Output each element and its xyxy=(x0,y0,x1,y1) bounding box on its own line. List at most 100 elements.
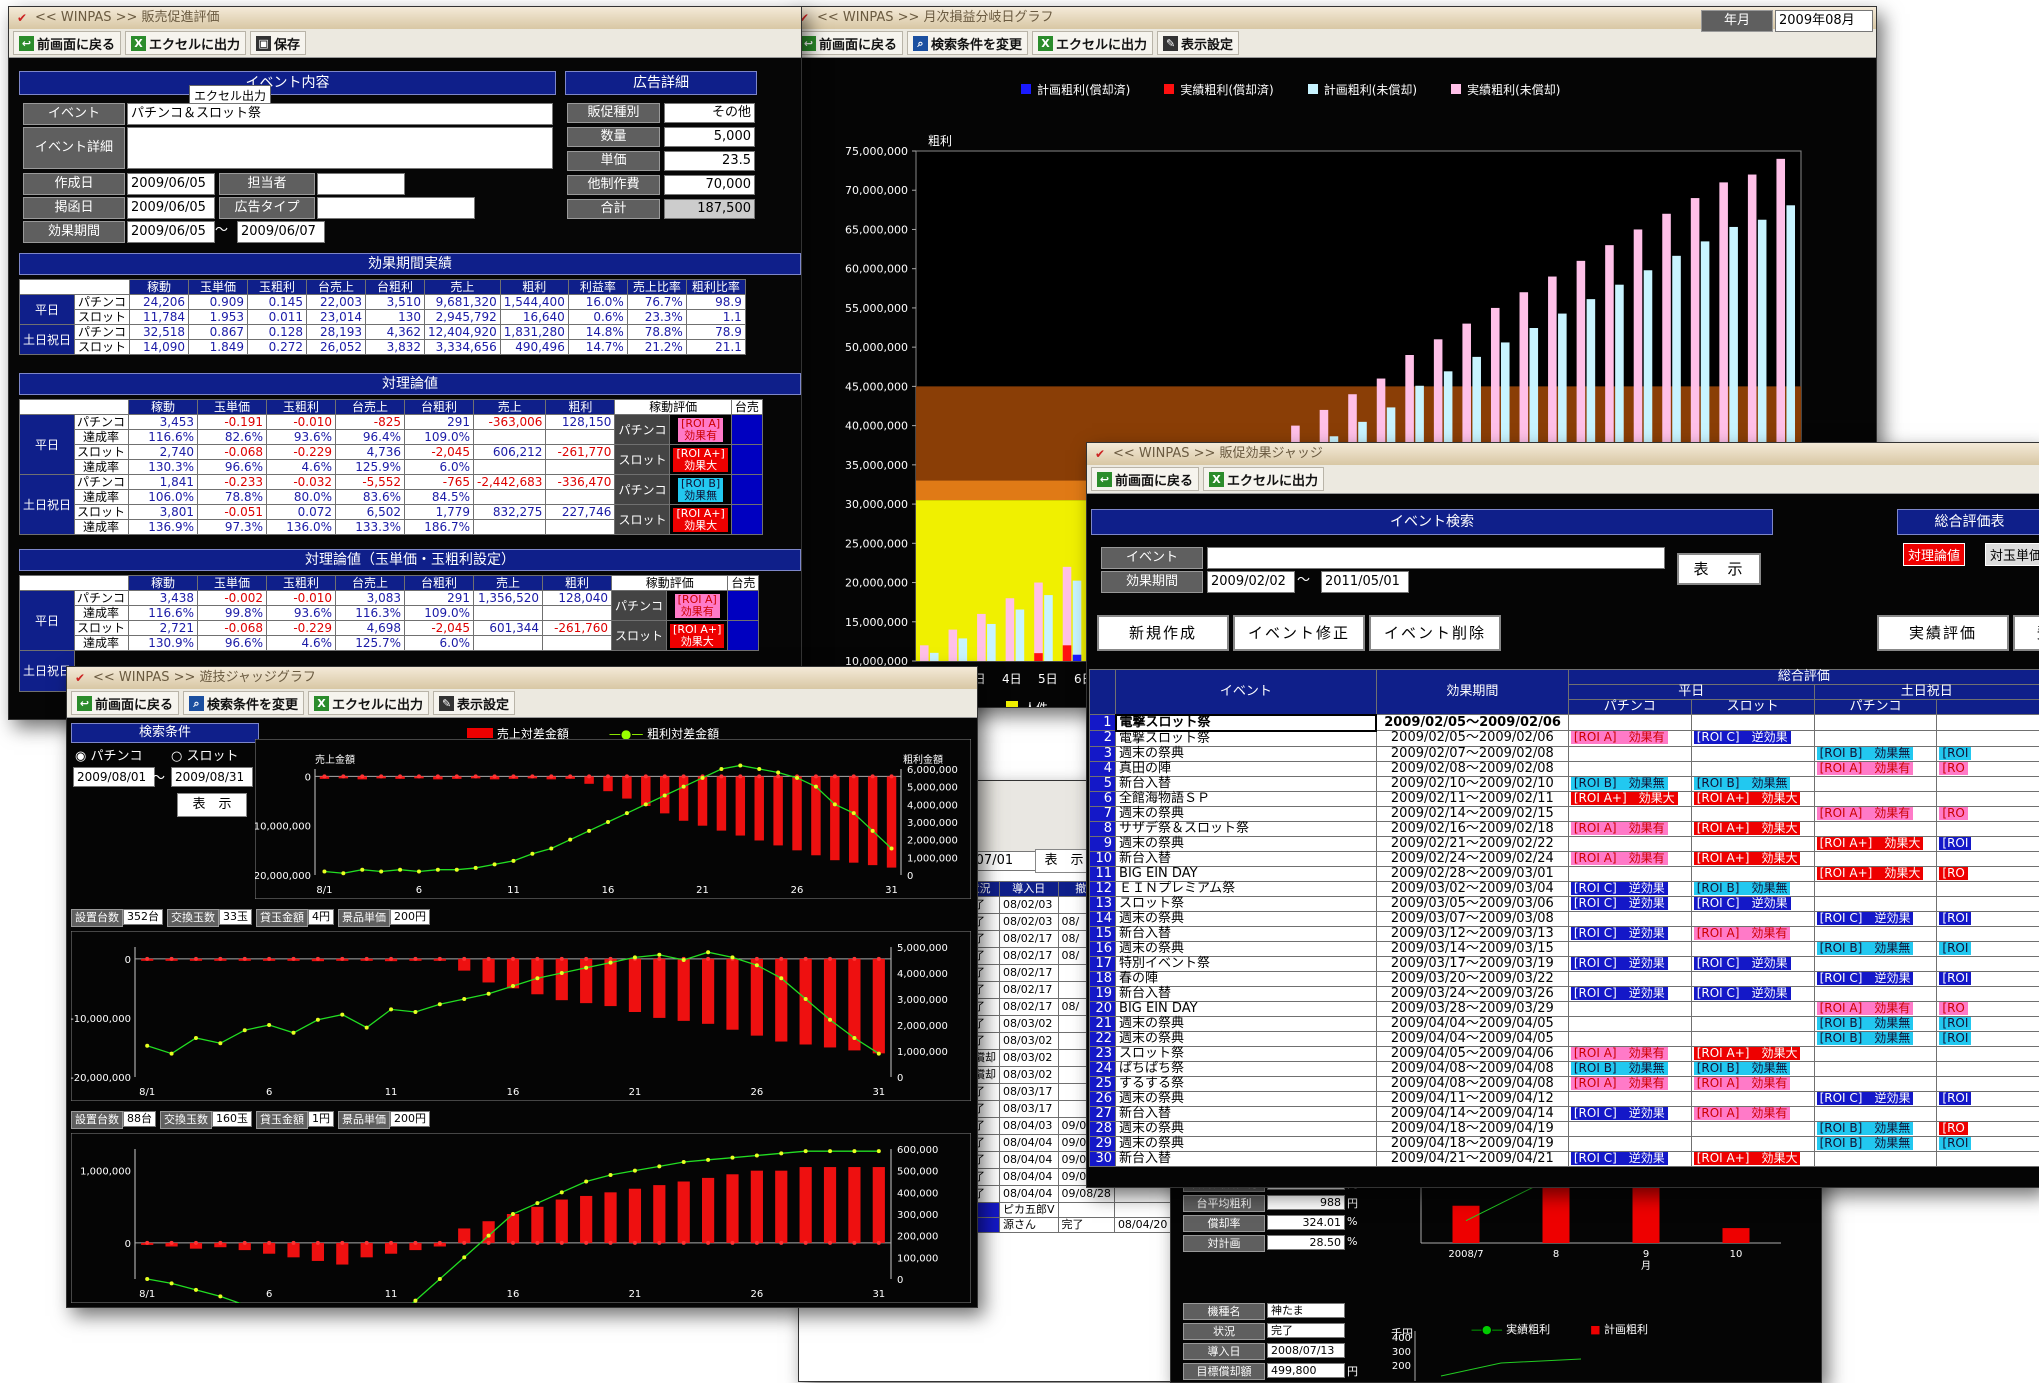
back-button[interactable]: ↩前画面に戻る xyxy=(1091,467,1199,491)
delete-event-button[interactable]: イベント削除 xyxy=(1369,615,1501,651)
show-button[interactable]: 表 示 xyxy=(1677,553,1761,585)
eval-cell: [ROI C] 逆効果 xyxy=(1568,926,1691,941)
posted-date-field[interactable]: 2009/06/05 xyxy=(127,197,215,219)
excel-export-button[interactable]: Xエクセルに出力 xyxy=(1203,467,1324,491)
profit-marker xyxy=(682,958,686,962)
year-month-field[interactable]: 2009年08月 xyxy=(1775,10,1873,32)
table-row[interactable]: 22週末の祭典2009/04/04〜2009/04/05[ROI B] 効果無[… xyxy=(1090,1031,2039,1046)
table-row[interactable]: 29週末の祭典2009/04/18〜2009/04/19[ROI B] 効果無[… xyxy=(1090,1136,2039,1151)
table-row[interactable]: 11BIG EIN DAY2009/02/28〜2009/03/01[ROI A… xyxy=(1090,866,2039,881)
excel-export-button[interactable]: Xエクセルに出力 xyxy=(125,31,246,55)
table-row[interactable]: 16週末の祭典2009/03/14〜2009/03/15[ROI B] 効果無[… xyxy=(1090,941,2039,956)
cell: -2,442,683 xyxy=(474,475,546,490)
cost-button[interactable]: 費 xyxy=(2013,615,2039,651)
table-row[interactable]: 1電撃スロット祭2009/02/05〜2009/02/06 xyxy=(1090,715,2039,731)
event-period: 2009/04/18〜2009/04/19 xyxy=(1376,1121,1568,1136)
table-row[interactable]: 19源さん完了08/04/2009/08/28 xyxy=(960,1218,1181,1233)
table-row[interactable]: 10新台入替2009/02/24〜2009/02/24[ROI A] 効果有[R… xyxy=(1090,851,2039,866)
table-row[interactable]: 30新台入替2009/04/21〜2009/04/21[ROI C] 逆効果[R… xyxy=(1090,1151,2039,1166)
profit-marker xyxy=(776,771,780,775)
ad-value[interactable]: 187,500 xyxy=(664,199,755,219)
display-settings-button[interactable]: ✎表示設定 xyxy=(433,691,515,715)
period-to-field[interactable]: 2009/06/07 xyxy=(237,221,325,243)
cell: -0.010 xyxy=(267,415,336,430)
sales-bar xyxy=(702,959,714,1024)
table-row[interactable]: 14週末の祭典2009/03/07〜2009/03/08[ROI C] 逆効果[… xyxy=(1090,911,2039,926)
profit-marker xyxy=(417,869,421,873)
column-header: 粗利 xyxy=(546,400,615,415)
pachinko-radio[interactable]: ◉ パチンコ xyxy=(75,745,143,764)
table-row[interactable]: 5新台入替2009/02/10〜2009/02/10[ROI B] 効果無[RO… xyxy=(1090,776,2039,791)
table-row[interactable]: 2電撃スロット祭2009/02/05〜2009/02/06[ROI A] 効果有… xyxy=(1090,731,2039,747)
y-label-left: 売上金額 xyxy=(315,753,355,766)
period-from-field[interactable]: 2009/06/05 xyxy=(127,221,215,243)
column-header: 利益率 xyxy=(568,280,627,295)
table-row[interactable]: 28週末の祭典2009/04/18〜2009/04/19[ROI B] 効果無[… xyxy=(1090,1121,2039,1136)
period-to-field[interactable]: 2011/05/01 xyxy=(1321,571,1409,593)
display-settings-button[interactable]: ✎表示設定 xyxy=(1157,31,1239,55)
event-period: 2009/03/12〜2009/03/13 xyxy=(1376,926,1568,941)
back-button[interactable]: ↩前画面に戻る xyxy=(13,31,121,55)
table-row[interactable]: 18春の陣2009/03/20〜2009/03/22[ROI C] 逆効果[RO… xyxy=(1090,971,2039,986)
ad-value[interactable]: 23.5 xyxy=(664,151,755,171)
roi-badge: [ROI C] 逆効果 xyxy=(1571,987,1668,1000)
back-button[interactable]: ↩前画面に戻る xyxy=(71,691,179,715)
actual-eval-button[interactable]: 実績評価 xyxy=(1877,615,2009,651)
table-row[interactable]: 15新台入替2009/03/12〜2009/03/13[ROI C] 逆効果[R… xyxy=(1090,926,2039,941)
from-date-field[interactable]: 2009/08/01 xyxy=(73,767,155,787)
to-date-field[interactable]: 2009/08/31 xyxy=(171,767,253,787)
table-row[interactable]: 3週末の祭典2009/02/07〜2009/02/08[ROI B] 効果無[R… xyxy=(1090,746,2039,761)
edit-event-button[interactable]: イベント修正 xyxy=(1233,615,1365,651)
table-row[interactable]: 24ぱちぱち祭2009/04/08〜2009/04/08[ROI B] 効果無[… xyxy=(1090,1061,2039,1076)
ad-type-field[interactable] xyxy=(317,197,475,219)
search-condition-button[interactable]: ⌕検索条件を変更 xyxy=(907,31,1028,55)
save-button[interactable]: ▣保存 xyxy=(250,31,306,55)
table-row[interactable]: 21週末の祭典2009/04/04〜2009/04/05[ROI B] 効果無[… xyxy=(1090,1016,2039,1031)
table-row[interactable]: 23スロット祭2009/04/05〜2009/04/06[ROI A] 効果有[… xyxy=(1090,1046,2039,1061)
eval-cell: [ROI A] 効果有 xyxy=(1814,806,1937,821)
ad-value[interactable]: その他 xyxy=(664,103,755,123)
column-header: 粗利 xyxy=(500,280,568,295)
ad-value[interactable]: 70,000 xyxy=(664,175,755,195)
table-row[interactable]: 18ピカ五郎V xyxy=(960,1203,1181,1218)
person-field[interactable] xyxy=(317,173,405,195)
created-date-field[interactable]: 2009/06/05 xyxy=(127,173,215,195)
show-button[interactable]: 表 示 xyxy=(177,793,247,817)
sales-marker xyxy=(170,957,174,961)
table-row[interactable]: 7週末の祭典2009/02/14〜2009/02/15[ROI A] 効果有[R… xyxy=(1090,806,2039,821)
period-from-field[interactable]: 2009/02/02 xyxy=(1207,571,1295,593)
table-row[interactable]: 4真田の陣2009/02/08〜2009/02/08[ROI A] 効果有[RO xyxy=(1090,761,2039,776)
slot-radio[interactable]: ○ スロット xyxy=(171,745,239,764)
show-button[interactable]: 表 示 xyxy=(1035,849,1093,873)
row-index: 8 xyxy=(1090,821,1116,836)
table-row[interactable]: 17特別イベント祭2009/03/17〜2009/03/19[ROI C] 逆効… xyxy=(1090,956,2039,971)
table-row[interactable]: 25するする祭2009/04/08〜2009/04/08[ROI A] 効果有[… xyxy=(1090,1076,2039,1091)
profit-marker xyxy=(804,1149,808,1153)
back-button[interactable]: ↩前画面に戻る xyxy=(795,31,903,55)
table-row[interactable]: 13スロット祭2009/03/05〜2009/03/06[ROI C] 逆効果[… xyxy=(1090,896,2039,911)
table-row[interactable]: 26週末の祭典2009/04/11〜2009/04/12[ROI C] 逆効果[… xyxy=(1090,1091,2039,1106)
excel-export-button[interactable]: Xエクセルに出力 xyxy=(308,691,429,715)
sales-marker xyxy=(389,957,393,961)
table-row[interactable]: 完了08/04/0409/08/28 xyxy=(960,1186,1181,1203)
table-row[interactable]: 8サザデ祭＆スロット祭2009/02/16〜2009/02/18[ROI A] … xyxy=(1090,821,2039,836)
table-row[interactable]: 20BIG EIN DAY2009/03/28〜2009/03/29[ROI A… xyxy=(1090,1001,2039,1016)
excel-export-button[interactable]: Xエクセルに出力 xyxy=(1032,31,1153,55)
table-row[interactable]: 9週末の祭典2009/02/21〜2009/02/22[ROI A+] 効果大[… xyxy=(1090,836,2039,851)
new-event-button[interactable]: 新規作成 xyxy=(1097,615,1229,651)
tab-unit-price[interactable]: 対玉単価 xyxy=(1985,543,2039,566)
table-row[interactable]: 19新台入替2009/03/24〜2009/03/26[ROI C] 逆効果[R… xyxy=(1090,986,2039,1001)
cell: 128,040 xyxy=(543,591,612,606)
search-condition-button[interactable]: ⌕検索条件を変更 xyxy=(183,691,304,715)
eval-cell xyxy=(1814,1076,1937,1091)
table-row[interactable]: 6全館海物語ＳＰ2009/02/11〜2009/02/11[ROI A+] 効果… xyxy=(1090,791,2039,806)
table-row[interactable]: 27新台入替2009/04/14〜2009/04/14[ROI C] 逆効果[R… xyxy=(1090,1106,2039,1121)
row-index: 28 xyxy=(1090,1121,1116,1136)
event-name-field[interactable]: パチンコ＆スロット祭 xyxy=(127,103,553,125)
ad-value[interactable]: 5,000 xyxy=(664,127,755,147)
tab-theory[interactable]: 対理論値 xyxy=(1903,543,1965,566)
event-search-field[interactable] xyxy=(1207,547,1665,569)
table-row[interactable]: 12ＥＩＮプレミアム祭2009/03/02〜2009/03/04[ROI C] … xyxy=(1090,881,2039,896)
event-detail-field[interactable] xyxy=(127,127,553,169)
sales-bar xyxy=(312,1243,324,1261)
